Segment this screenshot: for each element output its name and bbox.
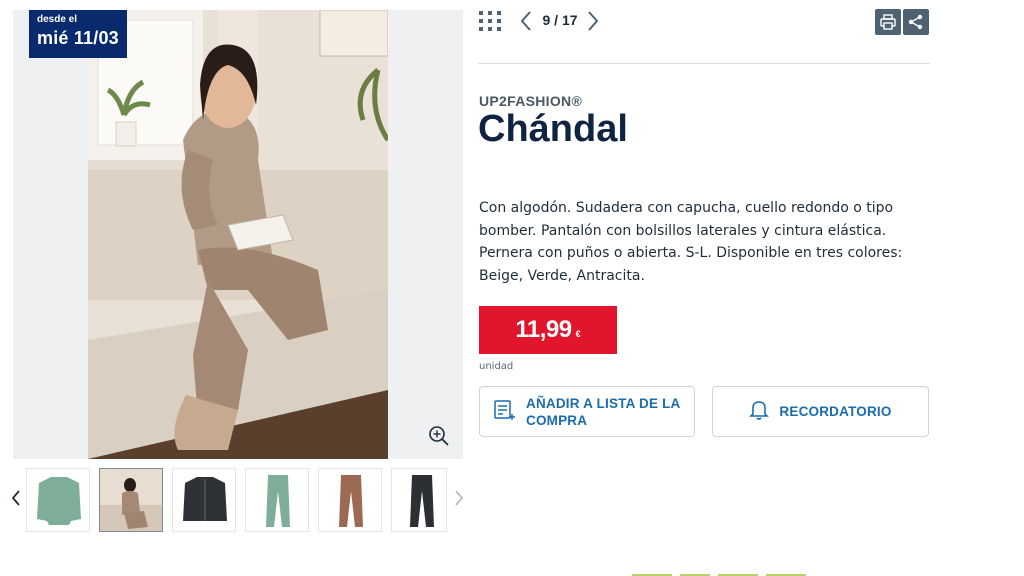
- price-unit: unidad: [479, 361, 514, 372]
- pager-counter: 9 / 17: [542, 12, 578, 28]
- footer-logo-partial: [632, 565, 832, 576]
- previous-product-chevron-icon[interactable]: [518, 9, 534, 33]
- share-icon[interactable]: [903, 9, 929, 35]
- thumbnail[interactable]: [318, 468, 382, 532]
- price-currency: €: [575, 329, 581, 339]
- product-image-area: desde el mié 11/03: [13, 10, 463, 459]
- thumbnail-active[interactable]: [99, 468, 163, 532]
- price-box: 11,99 €: [479, 306, 617, 354]
- bell-icon: [749, 399, 770, 425]
- thumbnail[interactable]: [26, 468, 90, 532]
- product-title: Chándal: [478, 108, 628, 150]
- divider: [478, 63, 930, 64]
- add-to-shopping-list-button[interactable]: AÑADIR A LISTA DE LA COMPRA: [479, 386, 695, 437]
- grid-icon[interactable]: [478, 9, 502, 33]
- add-to-shopping-list-label: AÑADIR A LISTA DE LA COMPRA: [526, 395, 680, 428]
- chevron-right-icon[interactable]: [451, 486, 467, 510]
- reminder-label: RECORDATORIO: [779, 404, 892, 419]
- date-badge: desde el mié 11/03: [29, 10, 127, 58]
- thumbnail[interactable]: [172, 468, 236, 532]
- product-description: Con algodón. Sudadera con capucha, cuell…: [479, 200, 903, 284]
- list-add-icon: [493, 398, 517, 426]
- zoom-icon[interactable]: [427, 424, 451, 448]
- next-product-chevron-icon[interactable]: [585, 9, 601, 33]
- chevron-left-icon[interactable]: [8, 486, 24, 510]
- thumbnail[interactable]: [245, 468, 309, 532]
- reminder-button[interactable]: RECORDATORIO: [712, 386, 929, 437]
- product-photo[interactable]: [88, 10, 388, 459]
- date-badge-line2: mié 11/03: [37, 28, 119, 48]
- print-icon[interactable]: [875, 9, 901, 35]
- thumbnail-strip: [0, 464, 470, 536]
- product-navigation-bar: 9 / 17: [478, 6, 930, 36]
- thumbnail[interactable]: [391, 468, 447, 532]
- price-value: 11,99: [515, 316, 572, 343]
- product-brand: UP2FASHION®: [479, 93, 583, 109]
- date-badge-line1: desde el: [37, 14, 78, 25]
